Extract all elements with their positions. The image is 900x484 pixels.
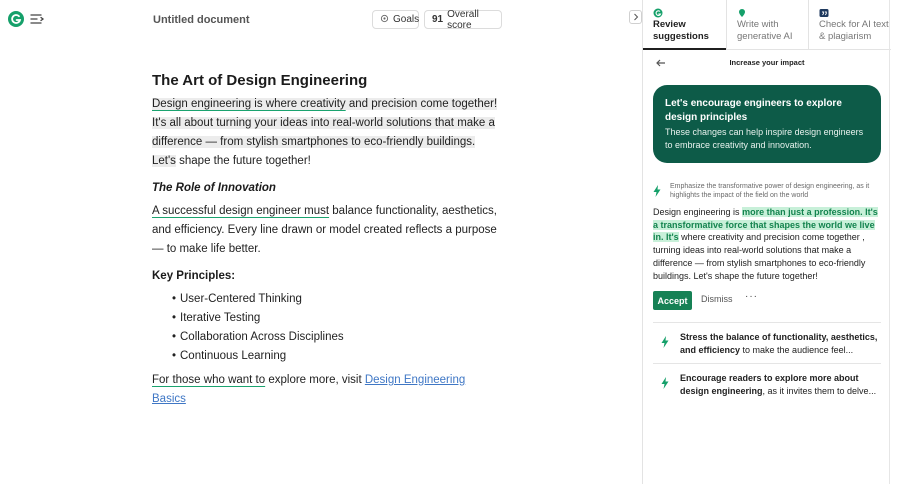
quote-icon xyxy=(819,8,829,18)
menu-icon[interactable] xyxy=(29,12,45,26)
assistant-panel: Review suggestions Write with generative… xyxy=(642,0,891,484)
divider xyxy=(653,363,881,364)
paragraph-role[interactable]: A successful design engineer must balanc… xyxy=(152,202,502,259)
lightning-icon xyxy=(661,376,669,389)
section-heading: The Role of Innovation xyxy=(152,182,276,194)
suggestion-caption: Emphasize the transformative power of de… xyxy=(670,183,870,199)
suggestion-highlight[interactable]: Design engineering is where creativity xyxy=(152,98,346,110)
goals-button[interactable]: Goals xyxy=(372,10,419,29)
panel-tabs: Review suggestions Write with generative… xyxy=(643,0,891,50)
key-principles-heading: Key Principles: xyxy=(152,270,236,282)
divider xyxy=(653,322,881,323)
suggestion-card[interactable]: Encourage readers to explore more about … xyxy=(680,372,880,397)
suggestion-preview: Design engineering is more than just a p… xyxy=(653,207,878,281)
suggestion-underline[interactable]: A successful design engineer must xyxy=(152,205,329,217)
panel-subheader: Increase your impact xyxy=(643,54,891,72)
principles-list: User-Centered Thinking Iterative Testing… xyxy=(172,290,344,366)
panel-subtitle: Increase your impact xyxy=(729,58,805,67)
paragraph-closing[interactable]: For those who want to explore more, visi… xyxy=(152,371,502,409)
document-title[interactable]: Untitled document xyxy=(153,14,250,26)
list-item[interactable]: Collaboration Across Disciplines xyxy=(172,328,344,347)
grammarly-logo-icon[interactable] xyxy=(8,11,24,27)
paragraph-intro[interactable]: Design engineering is where creativity a… xyxy=(152,95,502,171)
tab-ai-plagiarism[interactable]: Check for AI text & plagiarism xyxy=(808,0,891,50)
more-options-icon[interactable]: ··· xyxy=(745,291,758,302)
suggestion-underline[interactable]: For those who want to xyxy=(152,374,265,386)
suggestion-card[interactable]: Stress the balance of functionality, aes… xyxy=(680,331,880,356)
score-value: 91 xyxy=(432,14,444,25)
list-item[interactable]: User-Centered Thinking xyxy=(172,290,344,309)
document-heading: The Art of Design Engineering xyxy=(152,72,368,89)
list-item[interactable]: Iterative Testing xyxy=(172,309,344,328)
target-icon xyxy=(380,14,389,26)
overall-score-button[interactable]: 91 Overall score xyxy=(424,8,502,31)
lightning-icon xyxy=(653,184,661,197)
accept-button[interactable]: Accept xyxy=(653,291,692,310)
tab-review-suggestions[interactable]: Review suggestions xyxy=(643,0,726,50)
score-label: Overall score xyxy=(447,8,479,31)
banner-text: These changes can help inspire design en… xyxy=(665,127,864,150)
grammarly-icon xyxy=(653,8,663,18)
banner-title: Let's encourage engineers to explore des… xyxy=(665,98,842,123)
collapse-panel-button[interactable] xyxy=(629,10,642,24)
tab-generative-ai[interactable]: Write with generative AI xyxy=(726,0,808,50)
lightning-icon xyxy=(661,335,669,348)
dismiss-button[interactable]: Dismiss xyxy=(701,294,733,304)
chevron-right-icon xyxy=(633,13,638,21)
panel-edge xyxy=(889,0,890,484)
pen-icon xyxy=(737,8,747,18)
goals-label: Goals xyxy=(393,14,420,25)
list-item[interactable]: Continuous Learning xyxy=(172,347,344,366)
impact-banner: Let's encourage engineers to explore des… xyxy=(653,85,881,163)
